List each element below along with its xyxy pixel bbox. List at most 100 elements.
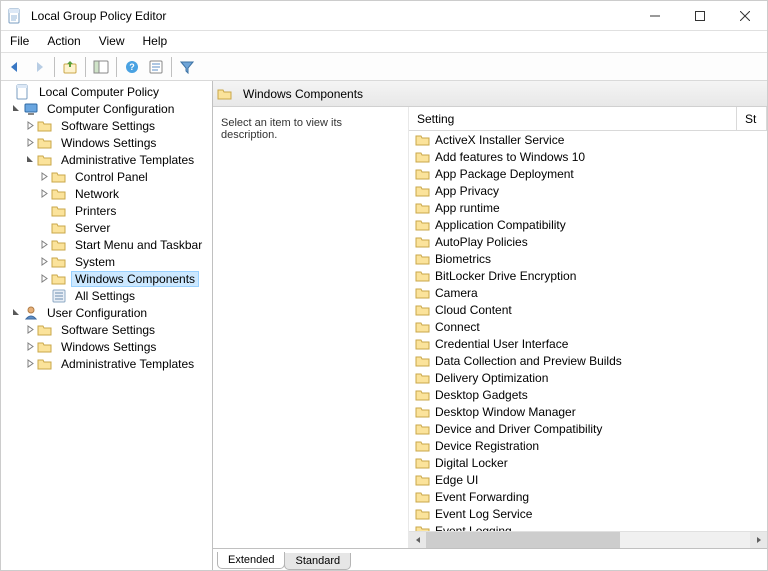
twisty-closed-icon[interactable] [23, 121, 37, 130]
list-item[interactable]: Biometrics [409, 250, 767, 267]
close-button[interactable] [722, 1, 767, 30]
folder-icon [415, 455, 431, 471]
list-item[interactable]: Cloud Content [409, 301, 767, 318]
menu-help[interactable]: Help [134, 31, 177, 52]
filter-button[interactable] [176, 56, 198, 78]
twisty-closed-icon[interactable] [37, 189, 51, 198]
tree-computer-config[interactable]: Computer Configuration [1, 100, 212, 117]
tree-uc-windows[interactable]: Windows Settings [1, 338, 212, 355]
tree-at-start[interactable]: Start Menu and Taskbar [1, 236, 212, 253]
twisty-closed-icon[interactable] [37, 274, 51, 283]
settings-icon [51, 288, 67, 304]
twisty-open-icon[interactable] [23, 155, 37, 164]
list-item[interactable]: App runtime [409, 199, 767, 216]
list-item[interactable]: ActiveX Installer Service [409, 131, 767, 148]
list-item-label: App Package Deployment [435, 167, 574, 181]
list-item[interactable]: Edge UI [409, 471, 767, 488]
tree-label: Software Settings [57, 118, 159, 134]
tree-at-system[interactable]: System [1, 253, 212, 270]
maximize-button[interactable] [677, 1, 722, 30]
tree-uc-software[interactable]: Software Settings [1, 321, 212, 338]
tree-cc-windows[interactable]: Windows Settings [1, 134, 212, 151]
list-item[interactable]: Event Logging [409, 522, 767, 531]
list-item[interactable]: Add features to Windows 10 [409, 148, 767, 165]
tree-label: System [71, 254, 119, 270]
folder-icon [415, 421, 431, 437]
scroll-thumb[interactable] [426, 532, 620, 548]
description-column: Select an item to view its description. [213, 107, 409, 548]
twisty-closed-icon[interactable] [23, 138, 37, 147]
folder-icon [51, 254, 67, 270]
scroll-left-icon[interactable] [409, 532, 426, 549]
tree-root[interactable]: Local Computer Policy [1, 83, 212, 100]
twisty-closed-icon[interactable] [23, 359, 37, 368]
list-item[interactable]: App Privacy [409, 182, 767, 199]
folder-icon [415, 132, 431, 148]
tree-pane[interactable]: Local Computer Policy Computer Configura… [1, 81, 213, 570]
forward-button[interactable] [28, 56, 50, 78]
list-item[interactable]: Event Forwarding [409, 488, 767, 505]
menu-action[interactable]: Action [38, 31, 89, 52]
list-item[interactable]: Desktop Window Manager [409, 403, 767, 420]
twisty-closed-icon[interactable] [37, 240, 51, 249]
tree-at-control-panel[interactable]: Control Panel [1, 168, 212, 185]
list-item[interactable]: Delivery Optimization [409, 369, 767, 386]
twisty-open-icon[interactable] [9, 308, 23, 317]
tree-at-server[interactable]: Server [1, 219, 212, 236]
twisty-closed-icon[interactable] [23, 325, 37, 334]
list-item-label: Desktop Gadgets [435, 388, 528, 402]
list-item[interactable]: Camera [409, 284, 767, 301]
list-item[interactable]: Data Collection and Preview Builds [409, 352, 767, 369]
properties-button[interactable] [145, 56, 167, 78]
tree-label-selected: Windows Components [71, 271, 199, 287]
tree-at-all-settings[interactable]: All Settings [1, 287, 212, 304]
tree-user-config[interactable]: User Configuration [1, 304, 212, 321]
column-setting[interactable]: Setting [409, 107, 737, 130]
tree-uc-admin[interactable]: Administrative Templates [1, 355, 212, 372]
list-item[interactable]: Device and Driver Compatibility [409, 420, 767, 437]
tree-cc-admin[interactable]: Administrative Templates [1, 151, 212, 168]
folder-icon [37, 339, 53, 355]
scroll-track[interactable] [426, 532, 750, 548]
folder-icon [51, 186, 67, 202]
tree-label: Administrative Templates [57, 152, 198, 168]
horizontal-scrollbar[interactable] [409, 531, 767, 548]
list-item[interactable]: Digital Locker [409, 454, 767, 471]
up-button[interactable] [59, 56, 81, 78]
list-item-label: Device Registration [435, 439, 539, 453]
toolbar-separator [171, 57, 172, 77]
tree-cc-software[interactable]: Software Settings [1, 117, 212, 134]
list-item[interactable]: BitLocker Drive Encryption [409, 267, 767, 284]
list-item[interactable]: Connect [409, 318, 767, 335]
list-item[interactable]: Credential User Interface [409, 335, 767, 352]
list-rows[interactable]: ActiveX Installer ServiceAdd features to… [409, 131, 767, 531]
svg-text:?: ? [129, 62, 135, 72]
twisty-closed-icon[interactable] [37, 172, 51, 181]
minimize-button[interactable] [632, 1, 677, 30]
back-button[interactable] [4, 56, 26, 78]
list-item[interactable]: AutoPlay Policies [409, 233, 767, 250]
list-item[interactable]: Application Compatibility [409, 216, 767, 233]
computer-icon [23, 101, 39, 117]
tree-at-printers[interactable]: Printers [1, 202, 212, 219]
list-item[interactable]: Desktop Gadgets [409, 386, 767, 403]
list-item[interactable]: App Package Deployment [409, 165, 767, 182]
column-state[interactable]: St [737, 107, 767, 130]
menu-file[interactable]: File [1, 31, 38, 52]
toolbar: ? [1, 53, 767, 81]
tab-extended[interactable]: Extended [217, 552, 285, 569]
tree-label: Computer Configuration [43, 101, 178, 117]
twisty-open-icon[interactable] [9, 104, 23, 113]
list-item[interactable]: Event Log Service [409, 505, 767, 522]
scroll-right-icon[interactable] [750, 532, 767, 549]
twisty-closed-icon[interactable] [37, 257, 51, 266]
twisty-closed-icon[interactable] [23, 342, 37, 351]
show-hide-tree-button[interactable] [90, 56, 112, 78]
tree-at-windows-components[interactable]: Windows Components [1, 270, 212, 287]
list-item-label: Edge UI [435, 473, 478, 487]
tab-standard[interactable]: Standard [284, 553, 351, 570]
menu-view[interactable]: View [90, 31, 134, 52]
tree-at-network[interactable]: Network [1, 185, 212, 202]
list-item[interactable]: Device Registration [409, 437, 767, 454]
help-button[interactable]: ? [121, 56, 143, 78]
